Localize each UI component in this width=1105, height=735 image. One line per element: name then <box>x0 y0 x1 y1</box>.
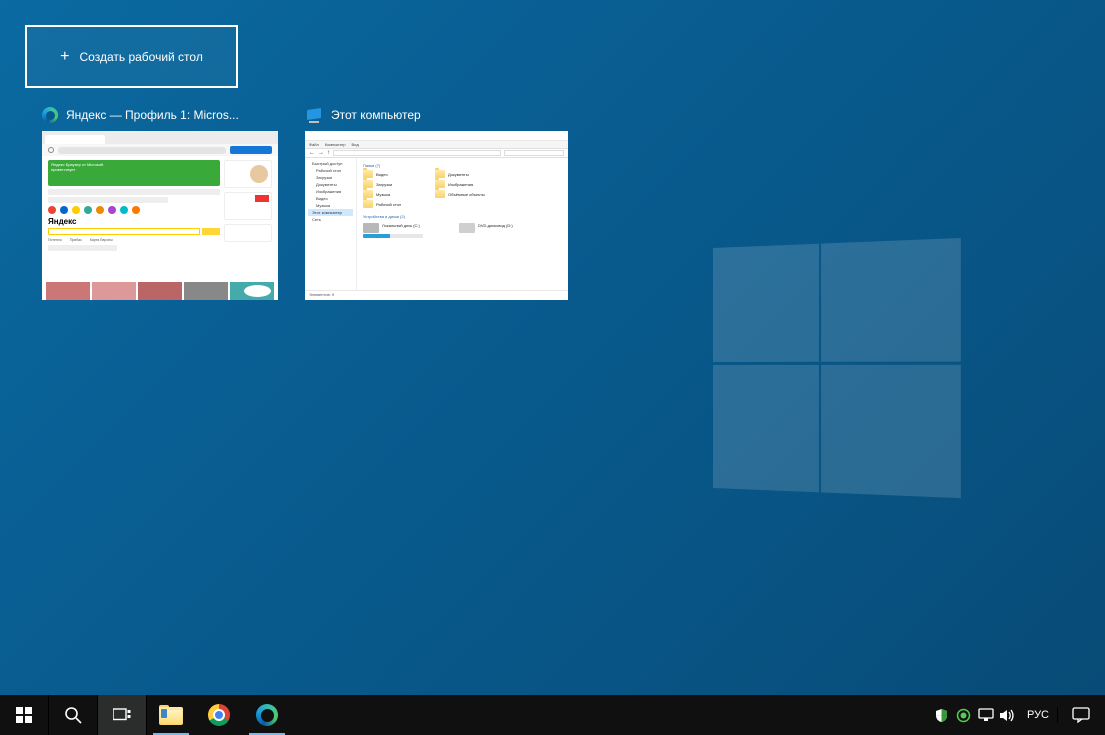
task-view-list: Яндекс — Профиль 1: Micros... Яндекс Бра… <box>42 106 568 300</box>
task-thumbnail: Яндекс Браузер от Microsoftприветствует … <box>42 131 278 300</box>
globe-shield-icon <box>956 708 971 723</box>
edge-icon <box>42 107 58 123</box>
task-header: Этот компьютер <box>305 106 568 124</box>
task-thumbnail: ФайлКомпьютерВид ←→↑ Быстрый доступ Рабо… <box>305 131 568 300</box>
tray-app-icon[interactable] <box>953 695 975 735</box>
system-tray: РУС <box>931 695 1105 735</box>
task-header: Яндекс — Профиль 1: Micros... <box>42 106 278 124</box>
new-desktop-button[interactable]: + Создать рабочий стол <box>25 25 238 88</box>
tray-language[interactable]: РУС <box>1019 709 1057 721</box>
task-view-button[interactable] <box>98 695 146 735</box>
search-icon <box>64 706 82 724</box>
chrome-icon <box>208 704 230 726</box>
taskbar-chrome[interactable] <box>195 695 243 735</box>
taskbar-edge[interactable] <box>243 695 291 735</box>
taskbar-file-explorer[interactable] <box>147 695 195 735</box>
task-item-explorer[interactable]: Этот компьютер ФайлКомпьютерВид ←→↑ Быст… <box>305 106 568 300</box>
this-pc-icon <box>305 109 323 123</box>
task-view-icon <box>113 708 131 722</box>
new-desktop-label: Создать рабочий стол <box>80 50 203 64</box>
plus-icon: + <box>60 48 69 66</box>
tray-volume-icon[interactable] <box>997 695 1019 735</box>
shield-icon <box>934 708 949 723</box>
search-button[interactable] <box>49 695 97 735</box>
start-button[interactable] <box>0 695 48 735</box>
edge-icon <box>256 704 278 726</box>
tray-notifications[interactable] <box>1057 707 1103 723</box>
taskbar: РУС <box>0 695 1105 735</box>
notification-icon <box>1072 707 1090 723</box>
windows-icon <box>16 707 32 723</box>
windows-wallpaper-logo <box>713 238 961 497</box>
ethernet-icon <box>978 708 994 722</box>
speaker-icon <box>999 708 1016 723</box>
tray-security-icon[interactable] <box>931 695 953 735</box>
task-title: Этот компьютер <box>331 108 421 122</box>
task-item-edge[interactable]: Яндекс — Профиль 1: Micros... Яндекс Бра… <box>42 106 278 300</box>
file-explorer-icon <box>159 705 183 725</box>
task-title: Яндекс — Профиль 1: Micros... <box>66 108 239 122</box>
tray-network-icon[interactable] <box>975 695 997 735</box>
